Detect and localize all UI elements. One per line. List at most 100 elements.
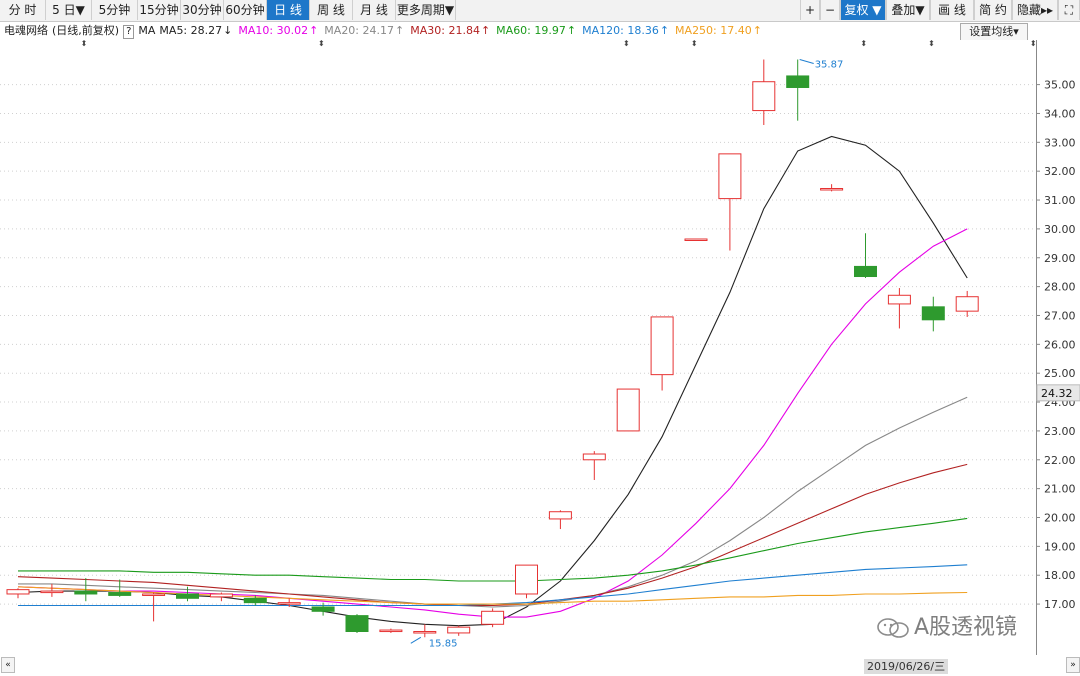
- candle-body: [684, 238, 708, 242]
- candle-body: [481, 610, 505, 625]
- candle-body: [515, 564, 538, 595]
- ma-item-0[interactable]: MA5: 28.27: [159, 22, 222, 40]
- watermark-text: A股透视镜: [914, 615, 1018, 640]
- ma-arrow-0: ↓: [223, 24, 233, 37]
- y-tick-label: 23.00: [1044, 425, 1076, 438]
- y-tick-label: 26.00: [1044, 338, 1076, 351]
- candle-body: [887, 294, 911, 305]
- toolbar-right-button-7[interactable]: ⛶: [1058, 0, 1080, 20]
- period-tab-3[interactable]: 15分钟: [138, 0, 181, 20]
- toolbar-right-button-0[interactable]: +: [800, 0, 820, 20]
- plot-area: [0, 40, 1036, 655]
- candle-body: [582, 453, 606, 461]
- ma-item-2[interactable]: MA20: 24.17: [324, 22, 394, 40]
- candle-body: [277, 602, 301, 605]
- ma-arrow-2: ↑: [395, 24, 405, 37]
- toolbar-right-button-5[interactable]: 简 约: [974, 0, 1012, 20]
- scroll-left-button[interactable]: «: [1, 657, 15, 673]
- toolbar-right-button-2[interactable]: 复权 ▼: [840, 0, 886, 20]
- period-toolbar: 分 时5 日▼ 5分钟 15分钟 30分钟 60分钟日 线周 线月 线更多周期▼ + − 复权…: [0, 0, 1080, 22]
- toolbar-right-button-4[interactable]: 画 线: [930, 0, 974, 20]
- watermark: A股透视镜: [876, 614, 1017, 642]
- y-tick-label: 33.00: [1044, 136, 1076, 149]
- toolbar-right-button-1[interactable]: −: [820, 0, 840, 20]
- candle-body: [209, 593, 233, 598]
- candle-body: [6, 589, 30, 595]
- candle-body: [379, 629, 403, 633]
- candle-body: [718, 153, 742, 200]
- kline-chart: 17.0018.0019.0020.0021.0022.0023.0024.00…: [0, 40, 1080, 655]
- toolbar-right-button-3[interactable]: 叠加▼: [886, 0, 930, 20]
- ma-item-6[interactable]: MA250: 17.40: [675, 22, 752, 40]
- candle-body: [40, 590, 64, 594]
- ma-arrow-1: ↑: [309, 24, 319, 37]
- y-tick-label: 32.00: [1044, 165, 1076, 178]
- event-marker: ⬍: [623, 40, 630, 48]
- event-marker: ⬍: [81, 40, 88, 48]
- candle-body: [243, 597, 267, 604]
- y-tick-label: 27.00: [1044, 309, 1076, 322]
- y-tick-label: 34.00: [1044, 107, 1076, 120]
- ma-arrow-4: ↑: [566, 24, 577, 37]
- candle-body: [447, 626, 471, 634]
- ma-label: MA: [138, 24, 156, 37]
- event-marker: ⬍: [691, 40, 698, 48]
- toolbar-right-button-6[interactable]: 隐藏▸▸: [1012, 0, 1058, 20]
- date-label: 2019/06/26/三: [864, 659, 949, 674]
- adjust-mode: (日线,前复权): [52, 24, 120, 37]
- candle-body: [752, 81, 776, 112]
- event-marker: ⬍: [318, 40, 325, 48]
- ma-item-3[interactable]: MA30: 21.84: [410, 22, 480, 40]
- period-tab-7[interactable]: 周 线: [310, 0, 353, 20]
- event-marker: ⬍: [860, 40, 867, 48]
- low-label: 15.85: [429, 638, 458, 649]
- y-tick-label: 20.00: [1044, 512, 1076, 525]
- event-marker: ⬍: [1030, 40, 1037, 48]
- candle-body: [108, 592, 132, 596]
- wechat-icon: [877, 618, 909, 638]
- candle-body: [786, 75, 810, 88]
- period-tab-8[interactable]: 月 线: [353, 0, 396, 20]
- candle-body: [74, 590, 98, 595]
- current-price-label: 24.32: [1041, 387, 1073, 400]
- candle-body: [650, 316, 674, 376]
- candle-body: [142, 593, 166, 596]
- period-tab-6[interactable]: 日 线: [267, 0, 310, 20]
- candle-body: [854, 265, 877, 278]
- period-tab-0[interactable]: 分 时: [0, 0, 46, 20]
- candle-body: [955, 296, 979, 312]
- y-tick-label: 21.00: [1044, 483, 1076, 496]
- period-tab-4[interactable]: 30分钟: [181, 0, 224, 20]
- period-tab-1[interactable]: 5 日▼: [46, 0, 92, 20]
- y-tick-label: 22.00: [1044, 454, 1076, 467]
- candle-body: [921, 306, 945, 321]
- period-tab-2[interactable]: 5分钟: [92, 0, 138, 20]
- y-tick-label: 25.00: [1044, 367, 1076, 380]
- period-tab-9[interactable]: 更多周期▼: [396, 0, 456, 20]
- y-tick-label: 28.00: [1044, 281, 1076, 294]
- period-tab-5[interactable]: 60分钟: [224, 0, 267, 20]
- y-tick-label: 18.00: [1044, 569, 1076, 582]
- candle-body: [548, 511, 572, 520]
- ma-arrow-5: ↑: [659, 24, 670, 37]
- candle-body: [311, 606, 335, 612]
- help-button[interactable]: ?: [123, 25, 135, 39]
- candle-body: [176, 593, 199, 599]
- y-tick-label: 29.00: [1044, 252, 1076, 265]
- event-marker: ⬍: [928, 40, 935, 48]
- high-label: 35.87: [815, 59, 844, 70]
- candle-body: [413, 630, 437, 634]
- y-tick-label: 17.00: [1044, 598, 1076, 611]
- candle-body: [820, 187, 844, 191]
- ma-legend: 电魂网络 (日线,前复权)? MA MA5: 28.27↓ MA10: 30.02↑ MA…: [0, 22, 958, 40]
- y-tick-label: 30.00: [1044, 223, 1076, 236]
- ma-item-4[interactable]: MA60: 19.97: [496, 22, 566, 40]
- ma-arrow-3: ↑: [480, 24, 491, 37]
- ma-item-5[interactable]: MA120: 18.36: [582, 22, 659, 40]
- ma-item-1[interactable]: MA10: 30.02: [238, 22, 308, 40]
- y-tick-label: 35.00: [1044, 79, 1076, 92]
- y-tick-label: 31.00: [1044, 194, 1076, 207]
- scroll-right-button[interactable]: »: [1066, 657, 1080, 673]
- ma-arrow-6: ↑: [752, 24, 762, 37]
- ma-settings-button[interactable]: 设置均线▾: [960, 23, 1028, 41]
